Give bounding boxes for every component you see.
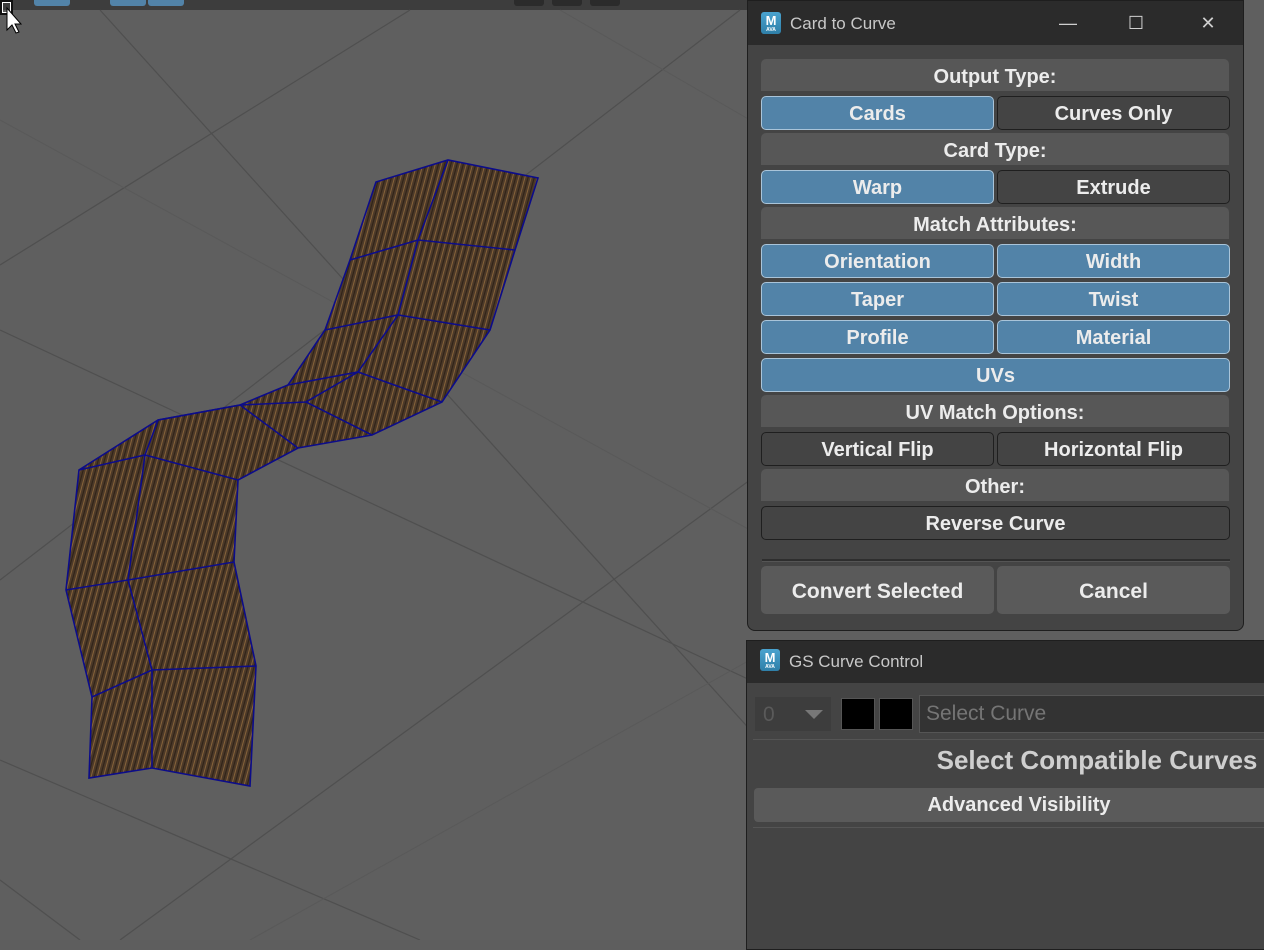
gs-curve-control-titlebar[interactable]: M AVA GS Curve Control — [747, 641, 1264, 683]
select-curve-field[interactable] — [919, 695, 1264, 733]
width-toggle[interactable]: Width — [997, 244, 1230, 278]
minimize-icon[interactable]: — — [1056, 11, 1080, 35]
layer-dropdown[interactable]: 0 — [755, 697, 831, 731]
divider — [753, 739, 1264, 740]
hair-card — [66, 160, 538, 786]
select-compatible-curves-text: Select Compatible Curves — [936, 745, 1258, 775]
divider — [762, 559, 1230, 562]
curves-only-button[interactable]: Curves Only — [997, 96, 1230, 130]
window-title: Card to Curve — [790, 14, 896, 33]
gs-curve-control-window: MAVA GS Curve Control 0 Select Compatibl… — [746, 640, 1264, 950]
uvs-toggle[interactable]: UVs — [761, 358, 1230, 392]
cards-button[interactable]: Cards — [761, 96, 994, 130]
taper-toggle[interactable]: Taper — [761, 282, 994, 316]
convert-selected-button[interactable]: Convert Selected — [761, 566, 994, 614]
maximize-icon[interactable]: ☐ — [1124, 11, 1148, 35]
match-attributes-label: Match Attributes: — [761, 207, 1229, 239]
profile-toggle[interactable]: Profile — [761, 320, 994, 354]
extrude-button[interactable]: Extrude — [997, 170, 1230, 204]
output-type-label: Output Type: — [761, 59, 1229, 91]
card-type-label: Card Type: — [761, 133, 1229, 165]
card-to-curve-titlebar[interactable]: M AVA Card to Curve — ☐ ✕ — [748, 1, 1243, 45]
layer-value: 0 — [763, 703, 775, 726]
select-curve-input[interactable] — [920, 696, 1264, 732]
window-title: GS Curve Control — [789, 652, 924, 671]
card-to-curve-window: M AVA Card to Curve — ☐ ✕ Output Type: Ca… — [747, 0, 1244, 631]
warp-button[interactable]: Warp — [761, 170, 994, 204]
advanced-visibility-button[interactable]: Advanced Visibility — [754, 788, 1264, 822]
color-swatch[interactable] — [879, 698, 913, 730]
horizontal-flip-toggle[interactable]: Horizontal Flip — [997, 432, 1230, 466]
uv-match-options-label: UV Match Options: — [761, 395, 1229, 427]
cancel-button[interactable]: Cancel — [997, 566, 1230, 614]
other-label: Other: — [761, 469, 1229, 501]
reverse-curve-toggle[interactable]: Reverse Curve — [761, 506, 1230, 540]
close-icon[interactable]: ✕ — [1196, 11, 1220, 35]
maya-app-icon: M AVA — [761, 12, 781, 34]
twist-toggle[interactable]: Twist — [997, 282, 1230, 316]
divider — [753, 827, 1264, 828]
material-toggle[interactable]: Material — [997, 320, 1230, 354]
mouse-cursor-icon — [0, 0, 23, 34]
color-swatch[interactable] — [841, 698, 875, 730]
orientation-toggle[interactable]: Orientation — [761, 244, 994, 278]
vertical-flip-toggle[interactable]: Vertical Flip — [761, 432, 994, 466]
maya-app-icon: M AVA — [760, 649, 780, 671]
chevron-down-icon — [805, 710, 823, 719]
